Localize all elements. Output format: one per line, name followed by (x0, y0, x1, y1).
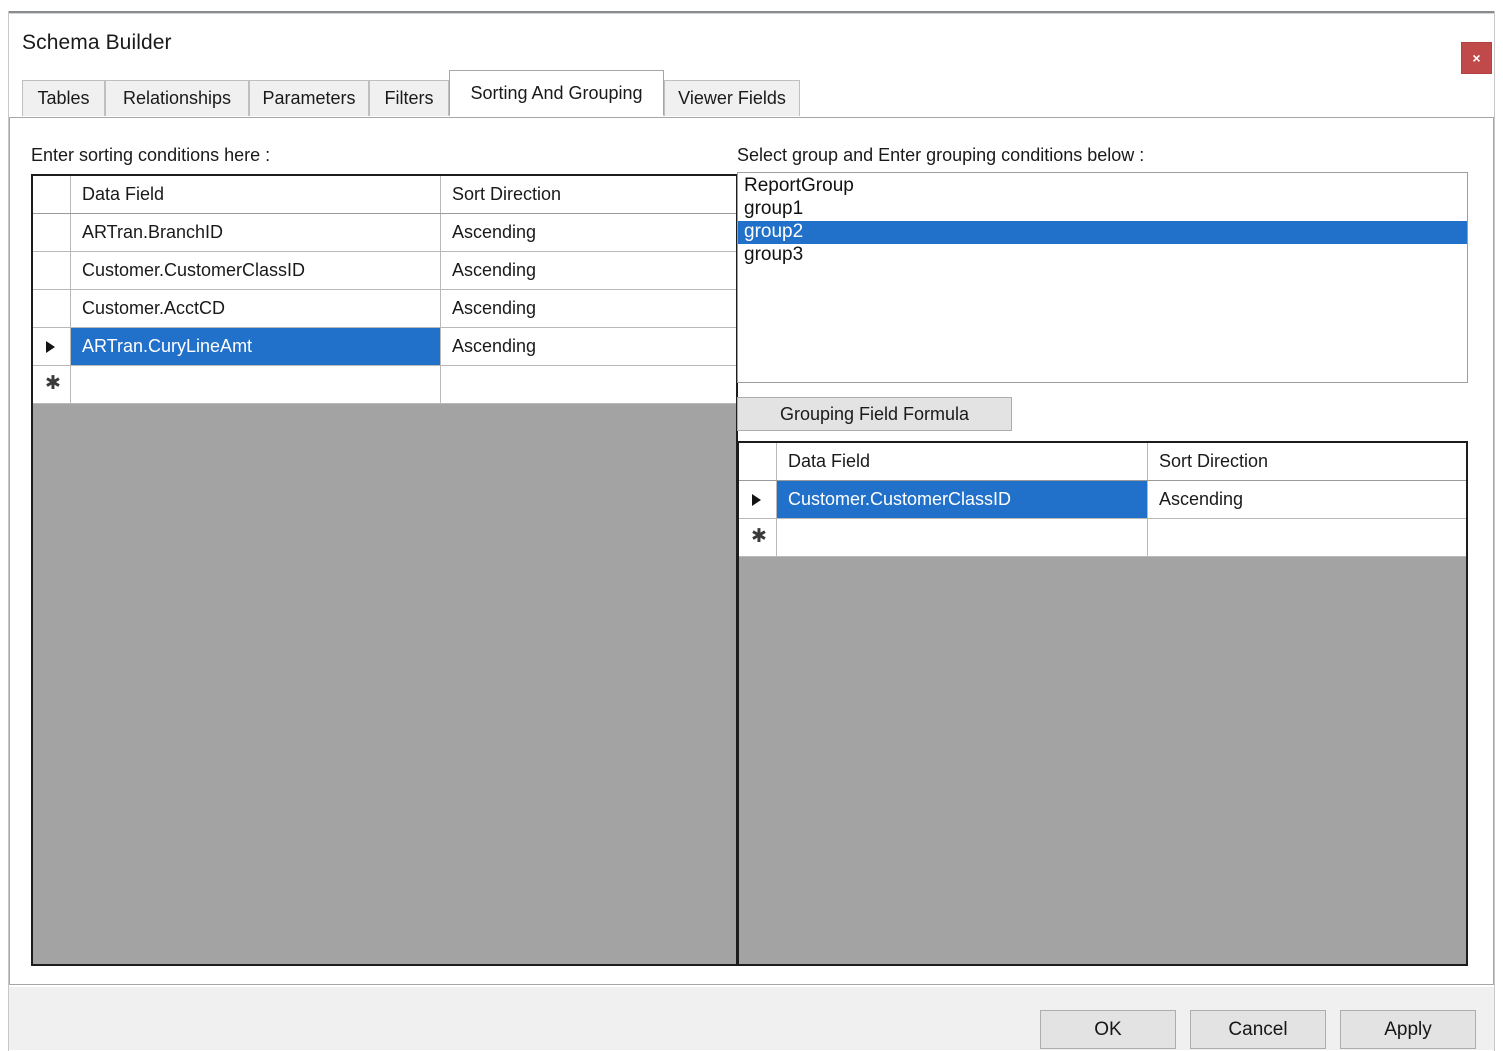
current-row-arrow-icon (752, 494, 761, 506)
cell-sort-direction[interactable] (1148, 519, 1466, 556)
list-item[interactable]: group2 (738, 221, 1467, 244)
grouping-field-formula-button[interactable]: Grouping Field Formula (737, 397, 1012, 431)
cell-sort-direction[interactable]: Ascending (441, 214, 736, 251)
group-listbox[interactable]: ReportGroup group1 group2 group3 (737, 172, 1468, 383)
table-row[interactable]: Customer.AcctCD Ascending (33, 290, 736, 328)
cell-data-field[interactable]: ARTran.CuryLineAmt (71, 328, 441, 365)
sorting-conditions-grid[interactable]: Data Field Sort Direction ARTran.BranchID A… (31, 174, 738, 966)
table-row[interactable]: ✱ (739, 519, 1466, 557)
schema-builder-window: Schema Builder × Tables Relationships Para… (0, 0, 1503, 1051)
table-row[interactable]: ARTran.BranchID Ascending (33, 214, 736, 252)
grouping-conditions-label: Select group and Enter grouping conditio… (737, 145, 1145, 165)
grid-corner-cell (33, 176, 71, 213)
apply-button[interactable]: Apply (1340, 1010, 1476, 1049)
grouping-conditions-grid[interactable]: Data Field Sort Direction Customer.Custome… (737, 441, 1468, 966)
cell-data-field[interactable]: Customer.CustomerClassID (71, 252, 441, 289)
cell-data-field[interactable]: Customer.AcctCD (71, 290, 441, 327)
tab-sorting-and-grouping[interactable]: Sorting And Grouping (449, 70, 664, 116)
sorting-conditions-label: Enter sorting conditions here : (31, 145, 271, 165)
cell-sort-direction[interactable]: Ascending (441, 328, 736, 365)
grid-header-row: Data Field Sort Direction (739, 443, 1466, 481)
tab-parameters[interactable]: Parameters (249, 80, 369, 116)
current-row-arrow-icon (46, 341, 55, 353)
cell-sort-direction[interactable]: Ascending (441, 252, 736, 289)
window-title: Schema Builder (22, 31, 172, 54)
grid-header-row: Data Field Sort Direction (33, 176, 736, 214)
column-header-data-field[interactable]: Data Field (777, 443, 1148, 480)
table-row[interactable]: Customer.CustomerClassID Ascending (739, 481, 1466, 519)
table-row[interactable]: ARTran.CuryLineAmt Ascending (33, 328, 736, 366)
cell-data-field[interactable]: ARTran.BranchID (71, 214, 441, 251)
cell-sort-direction[interactable]: Ascending (1148, 481, 1466, 518)
column-header-data-field[interactable]: Data Field (71, 176, 441, 213)
new-row-asterisk-icon: ✱ (751, 526, 767, 547)
window-right-border (1494, 11, 1495, 1051)
cell-sort-direction[interactable] (441, 366, 736, 403)
ok-button[interactable]: OK (1040, 1010, 1176, 1049)
row-header-current-row[interactable] (739, 481, 777, 518)
tab-viewer-fields[interactable]: Viewer Fields (664, 80, 800, 116)
tab-tables[interactable]: Tables (22, 80, 105, 116)
row-header-cell[interactable] (33, 290, 71, 327)
table-row[interactable]: ✱ (33, 366, 736, 404)
cell-sort-direction[interactable]: Ascending (441, 290, 736, 327)
list-item[interactable]: ReportGroup (738, 175, 1467, 198)
row-header-cell[interactable] (33, 214, 71, 251)
cell-data-field[interactable] (777, 519, 1148, 556)
column-header-sort-direction[interactable]: Sort Direction (1148, 443, 1466, 480)
row-header-current-row[interactable] (33, 328, 71, 365)
tab-relationships[interactable]: Relationships (105, 80, 249, 116)
list-item[interactable]: group3 (738, 244, 1467, 267)
row-header-new-row[interactable]: ✱ (33, 366, 71, 403)
tab-strip: Tables Relationships Parameters Filters Sort… (9, 68, 1494, 118)
cancel-button[interactable]: Cancel (1190, 1010, 1326, 1049)
row-header-cell[interactable] (33, 252, 71, 289)
grid-corner-cell (739, 443, 777, 480)
table-row[interactable]: Customer.CustomerClassID Ascending (33, 252, 736, 290)
column-header-sort-direction[interactable]: Sort Direction (441, 176, 736, 213)
tab-filters[interactable]: Filters (369, 80, 449, 116)
cell-data-field[interactable]: Customer.CustomerClassID (777, 481, 1148, 518)
cell-data-field[interactable] (71, 366, 441, 403)
list-item[interactable]: group1 (738, 198, 1467, 221)
row-header-new-row[interactable]: ✱ (739, 519, 777, 556)
title-bar: Schema Builder × (9, 14, 1494, 74)
new-row-asterisk-icon: ✱ (45, 373, 61, 394)
sorting-and-grouping-panel: Enter sorting conditions here : Data Fie… (9, 117, 1494, 985)
